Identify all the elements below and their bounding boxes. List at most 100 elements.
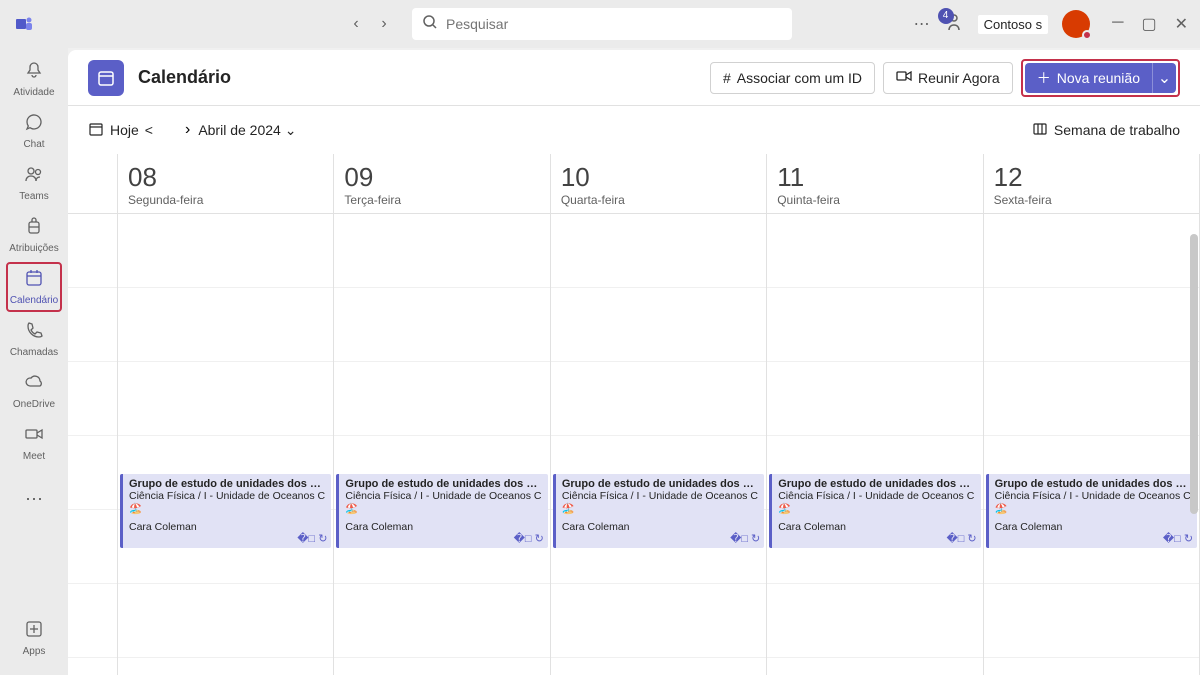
expand-icon[interactable]: �□ bbox=[946, 532, 964, 545]
month-selector[interactable]: Abril de 2024 ⌄ bbox=[198, 122, 296, 139]
calendar-event[interactable]: Grupo de estudo de unidades dos oceanos … bbox=[769, 474, 980, 548]
search-box[interactable] bbox=[412, 8, 792, 40]
event-title: Grupo de estudo de unidades dos oceanos bbox=[562, 478, 758, 490]
nav-forward-icon[interactable]: › bbox=[372, 12, 396, 36]
backpack-icon bbox=[24, 216, 44, 241]
cloud-icon bbox=[24, 372, 44, 397]
week-view-icon bbox=[1032, 121, 1048, 140]
calendar-event[interactable]: Grupo de estudo de unidades dos oceanos … bbox=[120, 474, 331, 548]
day-number: 10 bbox=[561, 162, 756, 193]
close-icon[interactable]: ✕ bbox=[1175, 14, 1188, 34]
phone-icon bbox=[24, 320, 44, 345]
event-subtitle: Ciência Física / I - Unidade de Oceanos … bbox=[995, 490, 1191, 502]
org-name[interactable]: Contoso s bbox=[978, 15, 1049, 34]
event-emoji: 🏖️ bbox=[778, 502, 974, 515]
chat-icon bbox=[24, 112, 44, 137]
event-organizer: Cara Coleman bbox=[345, 521, 541, 533]
recurring-icon: ↻ bbox=[1184, 532, 1193, 545]
sidebar: Atividade Chat Teams Atribuições Calendá… bbox=[0, 48, 68, 675]
minimize-icon[interactable]: ─ bbox=[1112, 14, 1123, 34]
event-emoji: 🏖️ bbox=[129, 502, 325, 515]
sidebar-item-calls[interactable]: Chamadas bbox=[6, 314, 62, 364]
content: Calendário # Associar com um ID Reunir A… bbox=[68, 50, 1200, 675]
event-emoji: 🏖️ bbox=[995, 502, 1191, 515]
chevron-down-icon: ⌄ bbox=[1158, 68, 1171, 88]
chevron-left-icon: < bbox=[145, 122, 153, 138]
day-column[interactable]: 10 Quarta-feira Grupo de estudo de unida… bbox=[551, 154, 767, 675]
page-header: Calendário # Associar com um ID Reunir A… bbox=[68, 50, 1200, 106]
day-name: Sexta-feira bbox=[994, 193, 1189, 207]
video-icon bbox=[24, 424, 44, 449]
sidebar-item-activity[interactable]: Atividade bbox=[6, 54, 62, 104]
calendar-event[interactable]: Grupo de estudo de unidades dos oceanos … bbox=[336, 474, 547, 548]
time-column: 4 AM 5AM 6 AM 7 AM 8 AM 9 AM bbox=[68, 154, 118, 675]
day-column[interactable]: 09 Terça-feira Grupo de estudo de unidad… bbox=[334, 154, 550, 675]
day-number: 09 bbox=[344, 162, 539, 193]
hash-icon: # bbox=[723, 70, 731, 86]
sidebar-more[interactable]: ⋯ bbox=[6, 474, 62, 524]
maximize-icon[interactable]: ▢ bbox=[1141, 14, 1156, 34]
page-title: Calendário bbox=[138, 67, 231, 88]
recurring-icon: ↻ bbox=[967, 532, 976, 545]
calendar-event[interactable]: Grupo de estudo de unidades dos oceanos … bbox=[553, 474, 764, 548]
titlebar: ‹ › ⋯ 4 Contoso s ─ ▢ ✕ bbox=[0, 0, 1200, 48]
calendar-icon bbox=[24, 268, 44, 293]
more-icon[interactable]: ⋯ bbox=[914, 14, 930, 34]
day-header: 11 Quinta-feira bbox=[767, 154, 982, 214]
recurring-icon: ↻ bbox=[535, 532, 544, 545]
meet-now-button[interactable]: Reunir Agora bbox=[883, 62, 1013, 94]
more-horizontal-icon: ⋯ bbox=[25, 489, 43, 510]
event-organizer: Cara Coleman bbox=[129, 521, 325, 533]
teams-logo-icon bbox=[12, 12, 36, 36]
people-icon bbox=[24, 164, 44, 189]
day-name: Segunda-feira bbox=[128, 193, 323, 207]
day-column[interactable]: 08 Segunda-feira Grupo de estudo de unid… bbox=[118, 154, 334, 675]
plus-icon: ＋ bbox=[1037, 68, 1051, 88]
sidebar-item-assignments[interactable]: Atribuições bbox=[6, 210, 62, 260]
calendar-app-icon bbox=[88, 60, 124, 96]
event-subtitle: Ciência Física / I - Unidade de Oceanos … bbox=[562, 490, 758, 502]
view-selector[interactable]: Semana de trabalho bbox=[1032, 121, 1180, 140]
sidebar-item-onedrive[interactable]: OneDrive bbox=[6, 366, 62, 416]
event-title: Grupo de estudo de unidades dos oceanos bbox=[345, 478, 541, 490]
new-meeting-button[interactable]: ＋ Nova reunião bbox=[1025, 63, 1152, 93]
expand-icon[interactable]: �□ bbox=[1163, 532, 1181, 545]
calendar-grid: 4 AM 5AM 6 AM 7 AM 8 AM 9 AM 08 Segunda-… bbox=[68, 154, 1200, 675]
sidebar-item-chat[interactable]: Chat bbox=[6, 106, 62, 156]
calendar-today-icon bbox=[88, 121, 104, 140]
day-column[interactable]: 12 Sexta-feira Grupo de estudo de unidad… bbox=[984, 154, 1200, 675]
event-organizer: Cara Coleman bbox=[778, 521, 974, 533]
day-header: 12 Sexta-feira bbox=[984, 154, 1199, 214]
expand-icon[interactable]: �□ bbox=[297, 532, 315, 545]
chevron-right-icon[interactable]: › bbox=[185, 121, 190, 139]
join-with-id-button[interactable]: # Associar com um ID bbox=[710, 62, 875, 94]
day-number: 08 bbox=[128, 162, 323, 193]
sidebar-item-meet[interactable]: Meet bbox=[6, 418, 62, 468]
event-title: Grupo de estudo de unidades dos oceanos bbox=[995, 478, 1191, 490]
expand-icon[interactable]: �□ bbox=[514, 532, 532, 545]
event-organizer: Cara Coleman bbox=[562, 521, 758, 533]
new-meeting-dropdown[interactable]: ⌄ bbox=[1152, 63, 1176, 93]
recurring-icon: ↻ bbox=[318, 532, 327, 545]
event-organizer: Cara Coleman bbox=[995, 521, 1191, 533]
day-column[interactable]: 11 Quinta-feira Grupo de estudo de unida… bbox=[767, 154, 983, 675]
calendar-event[interactable]: Grupo de estudo de unidades dos oceanos … bbox=[986, 474, 1197, 548]
scrollbar[interactable] bbox=[1190, 234, 1198, 514]
avatar[interactable] bbox=[1062, 10, 1090, 38]
sidebar-item-apps[interactable]: Apps bbox=[6, 613, 62, 663]
search-input[interactable] bbox=[446, 16, 782, 32]
sidebar-item-teams[interactable]: Teams bbox=[6, 158, 62, 208]
nav-back-icon[interactable]: ‹ bbox=[344, 12, 368, 36]
event-subtitle: Ciência Física / I - Unidade de Oceanos … bbox=[778, 490, 974, 502]
event-title: Grupo de estudo de unidades dos oceanos bbox=[778, 478, 974, 490]
event-emoji: 🏖️ bbox=[562, 502, 758, 515]
sidebar-item-calendar[interactable]: Calendário bbox=[6, 262, 62, 312]
event-emoji: 🏖️ bbox=[345, 502, 541, 515]
presence-indicator bbox=[1082, 30, 1092, 40]
event-subtitle: Ciência Física / I - Unidade de Oceanos … bbox=[345, 490, 541, 502]
today-button[interactable]: Hoje < bbox=[88, 121, 153, 140]
event-title: Grupo de estudo de unidades dos oceanos bbox=[129, 478, 325, 490]
bell-icon bbox=[24, 60, 44, 85]
notifications-icon[interactable]: 4 bbox=[944, 12, 964, 37]
expand-icon[interactable]: �□ bbox=[730, 532, 748, 545]
